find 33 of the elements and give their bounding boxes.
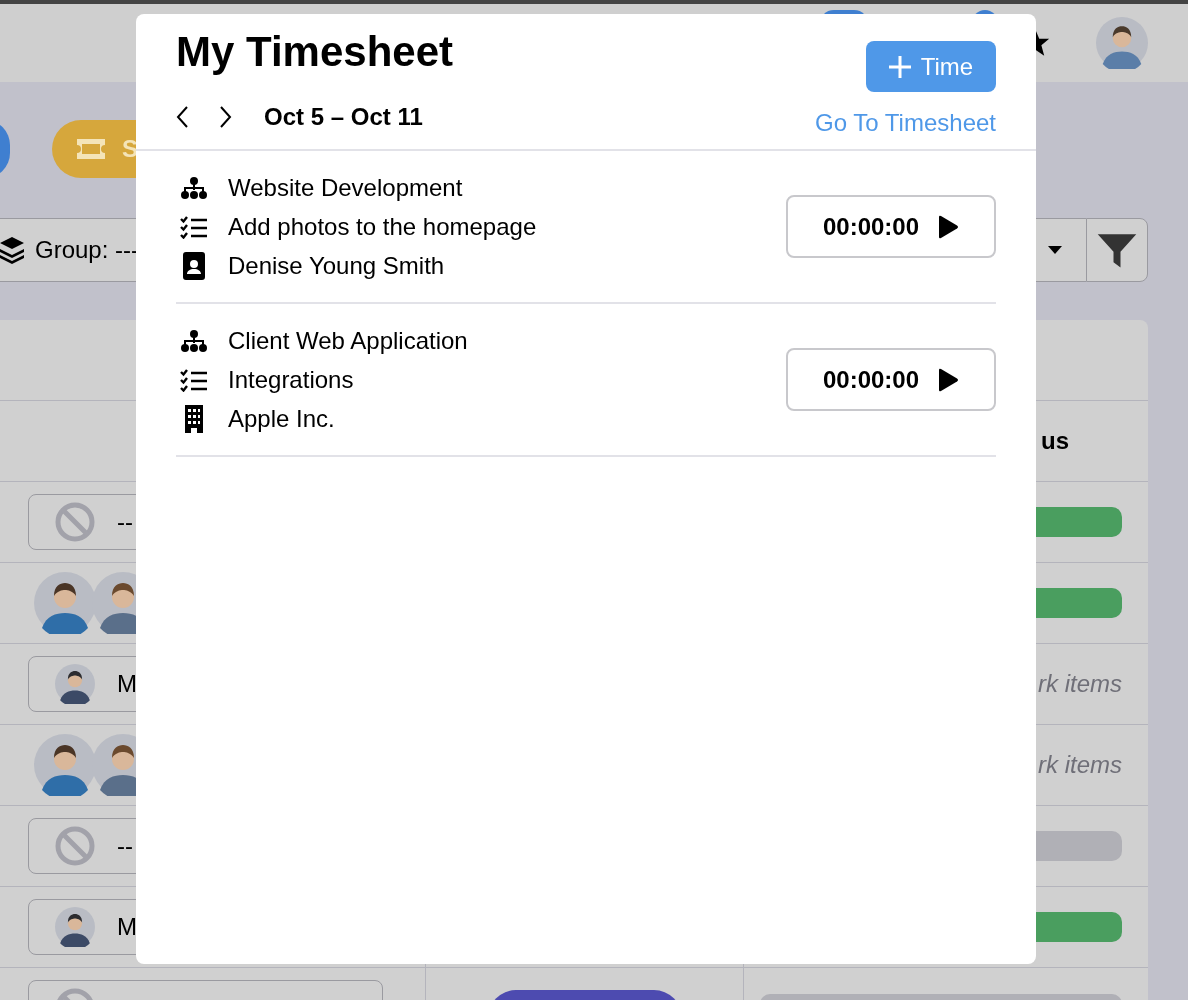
play-icon [937,367,960,392]
project-name: Website Development [228,173,463,202]
building-icon [183,404,205,433]
user-avatar[interactable] [1096,17,1148,69]
avatar [34,572,96,634]
date-range: Oct 5 – Oct 11 [264,103,423,131]
task-name: Integrations [228,365,354,394]
avatar [55,907,95,947]
contact-name: Denise Young Smith [228,251,445,280]
hierarchy-icon [179,175,209,200]
plus-icon [888,55,911,78]
hierarchy-icon [179,328,209,353]
task-name: Add photos to the homepage [228,212,537,241]
filter-button[interactable] [1086,218,1148,282]
avatar [55,664,95,704]
checklist-icon [179,367,209,392]
checklist-icon [179,214,209,239]
modal-title: My Timesheet [176,27,453,77]
ticket-icon [74,137,108,161]
status-text: rk items [1038,670,1122,698]
previous-icon[interactable] [176,106,190,128]
caret-icon [1048,246,1062,254]
company-name: Apple Inc. [228,404,335,433]
timer-button[interactable]: 00:00:00 [786,348,996,411]
avatar [34,734,96,796]
timer-button[interactable]: 00:00:00 [786,195,996,258]
layers-icon [0,235,25,265]
column-header: us [1041,427,1069,455]
project-name: Client Web Application [228,326,468,355]
contact-card-icon [183,251,205,280]
play-icon [937,214,960,239]
next-icon[interactable] [218,106,232,128]
status-text: rk items [1038,751,1122,779]
